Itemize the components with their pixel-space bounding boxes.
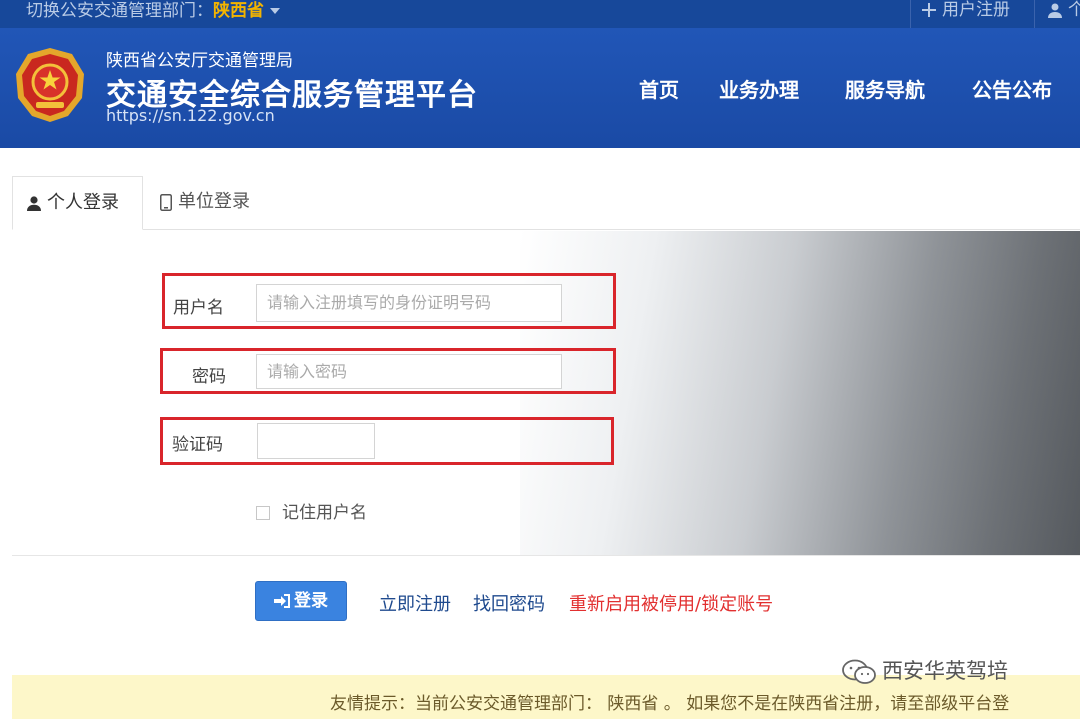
user-icon [1048,3,1062,18]
wechat-icon [842,659,876,684]
user-login-label: 个 [1068,0,1080,20]
login-tabs: 个人登录 单位登录 [12,176,1080,230]
user-register-link[interactable]: 用户注册 [922,0,1010,20]
username-input[interactable]: 请输入注册填写的身份证明号码 [256,284,562,322]
sign-in-icon [274,594,290,608]
password-label: 密码 [192,367,226,387]
user-icon [27,195,41,211]
department-switch-label: 切换公安交通管理部门： [26,1,213,21]
remember-label: 记住用户名 [282,503,367,523]
nav-home[interactable]: 首页 [639,74,679,103]
nav-announcements[interactable]: 公告公布 [972,74,1052,103]
captcha-input[interactable] [257,423,375,459]
tab-unit-login[interactable]: 单位登录 [146,176,264,230]
topbar-divider [910,0,911,28]
watermark: 西安华英驾培 [842,655,1008,685]
retrieve-password-link[interactable]: 找回密码 [473,590,545,616]
captcha-label: 验证码 [172,435,223,455]
police-emblem-icon [16,48,84,122]
tab-personal-login[interactable]: 个人登录 [12,176,143,230]
user-login-link[interactable]: 个 [1048,0,1080,20]
site-header: 陕西省公安厅交通管理局 交通安全综合服务管理平台 https://sn.122.… [0,28,1080,148]
bureau-name: 陕西省公安厅交通管理局 [106,51,293,71]
remember-checkbox[interactable] [256,506,270,520]
department-current: 陕西省 [213,1,264,21]
plus-icon [922,3,936,17]
password-input[interactable]: 请输入密码 [256,354,562,389]
mobile-icon [160,193,172,211]
topbar-divider [1034,0,1035,28]
tab-unit-label: 单位登录 [178,191,250,212]
login-button-label: 登录 [294,591,328,611]
nav-business[interactable]: 业务办理 [719,74,799,103]
department-switcher[interactable]: 切换公安交通管理部门：陕西省 [26,0,280,22]
captcha-highlight-box [160,417,614,465]
form-divider [12,555,1080,556]
notice-text: 友情提示：当前公安交通管理部门： 陕西省 。 如果您不是在陕西省注册，请至部级平… [330,694,1010,714]
watermark-text: 西安华英驾培 [882,659,1008,683]
remember-username[interactable]: 记住用户名 [256,498,367,523]
nav-service-guide[interactable]: 服务导航 [845,74,925,103]
chevron-down-icon [270,8,280,14]
login-button[interactable]: 登录 [255,581,347,621]
user-register-label: 用户注册 [942,0,1010,20]
reactivate-account-link[interactable]: 重新启用被停用/锁定账号 [569,590,773,616]
site-url: https://sn.122.gov.cn [106,106,275,125]
username-label: 用户名 [173,298,224,318]
top-bar: 切换公安交通管理部门：陕西省 用户注册 个 [0,0,1080,28]
tab-personal-label: 个人登录 [47,192,119,213]
register-now-link[interactable]: 立即注册 [379,590,451,616]
